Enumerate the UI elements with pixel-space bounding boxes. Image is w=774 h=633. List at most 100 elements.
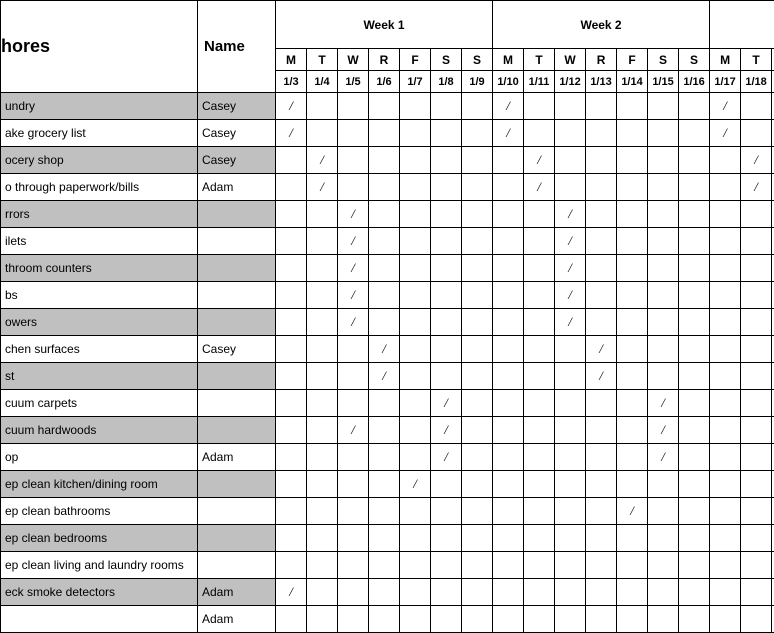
assignee-name: Casey: [198, 147, 276, 174]
mark-cell: [307, 390, 338, 417]
mark-cell: [462, 336, 493, 363]
mark-cell: [493, 444, 524, 471]
mark-cell: [524, 282, 555, 309]
table-row: owers///: [1, 309, 774, 336]
mark-cell: [462, 363, 493, 390]
mark-cell: [493, 498, 524, 525]
mark-cell: [307, 552, 338, 579]
mark-cell: /: [493, 93, 524, 120]
mark-cell: [462, 525, 493, 552]
mark-cell: [555, 93, 586, 120]
chore-name: ep clean bathrooms: [1, 498, 198, 525]
mark-cell: [555, 147, 586, 174]
assignee-name: Casey: [198, 336, 276, 363]
mark-cell: [555, 390, 586, 417]
mark-cell: [493, 606, 524, 633]
date-label: 1/8: [431, 71, 462, 93]
mark-cell: [679, 498, 710, 525]
mark-cell: [741, 417, 772, 444]
chore-name: ilets: [1, 228, 198, 255]
mark-cell: [679, 552, 710, 579]
assignee-name: [198, 471, 276, 498]
mark-cell: [648, 552, 679, 579]
mark-cell: [338, 363, 369, 390]
mark-cell: [338, 525, 369, 552]
assignee-name: [198, 282, 276, 309]
mark-cell: [648, 363, 679, 390]
mark-cell: [307, 93, 338, 120]
mark-cell: [710, 336, 741, 363]
chore-name: throom counters: [1, 255, 198, 282]
mark-cell: [586, 444, 617, 471]
mark-cell: [617, 390, 648, 417]
day-letter: R: [586, 49, 617, 71]
table-row: ep clean bathrooms/: [1, 498, 774, 525]
mark-cell: [648, 471, 679, 498]
mark-cell: [710, 525, 741, 552]
table-row: cuum carpets//: [1, 390, 774, 417]
mark-cell: [741, 120, 772, 147]
mark-cell: [307, 579, 338, 606]
mark-cell: /: [741, 147, 772, 174]
assignee-name: [198, 228, 276, 255]
mark-cell: [369, 552, 400, 579]
mark-cell: [679, 120, 710, 147]
mark-cell: [369, 174, 400, 201]
mark-cell: [431, 336, 462, 363]
mark-cell: [648, 120, 679, 147]
mark-cell: [338, 498, 369, 525]
mark-cell: /: [555, 309, 586, 336]
mark-cell: [710, 606, 741, 633]
mark-cell: /: [555, 228, 586, 255]
mark-cell: [710, 363, 741, 390]
chores-table: hores Name Week 1 Week 2 MTWRFSSMTWRFSSM…: [0, 0, 774, 633]
chore-name: ocery shop: [1, 147, 198, 174]
mark-cell: [431, 498, 462, 525]
mark-cell: [493, 552, 524, 579]
mark-cell: [524, 309, 555, 336]
mark-cell: [586, 120, 617, 147]
mark-cell: [400, 525, 431, 552]
mark-cell: [648, 336, 679, 363]
mark-cell: [276, 417, 307, 444]
mark-cell: [276, 147, 307, 174]
mark-cell: [617, 444, 648, 471]
mark-cell: [400, 363, 431, 390]
date-label: 1/11: [524, 71, 555, 93]
mark-cell: [586, 174, 617, 201]
mark-cell: [307, 417, 338, 444]
mark-cell: [338, 444, 369, 471]
mark-cell: [524, 255, 555, 282]
mark-cell: [462, 255, 493, 282]
mark-cell: [276, 525, 307, 552]
mark-cell: [431, 201, 462, 228]
mark-cell: [555, 498, 586, 525]
day-letter: W: [338, 49, 369, 71]
mark-cell: [462, 309, 493, 336]
day-letter: M: [493, 49, 524, 71]
mark-cell: [338, 336, 369, 363]
mark-cell: [648, 606, 679, 633]
mark-cell: [679, 174, 710, 201]
mark-cell: [307, 282, 338, 309]
day-letter: S: [431, 49, 462, 71]
chore-name: cuum hardwoods: [1, 417, 198, 444]
mark-cell: [555, 525, 586, 552]
mark-cell: [710, 417, 741, 444]
mark-cell: [741, 363, 772, 390]
mark-cell: /: [555, 282, 586, 309]
mark-cell: /: [648, 417, 679, 444]
day-letter: S: [462, 49, 493, 71]
date-label: 1/4: [307, 71, 338, 93]
assignee-name: [198, 309, 276, 336]
mark-cell: [710, 201, 741, 228]
mark-cell: [307, 606, 338, 633]
mark-cell: [307, 255, 338, 282]
mark-cell: [276, 282, 307, 309]
date-label: 1/16: [679, 71, 710, 93]
assignee-name: Casey: [198, 120, 276, 147]
assignee-name: [198, 417, 276, 444]
assignee-name: [198, 363, 276, 390]
mark-cell: [369, 498, 400, 525]
mark-cell: [338, 390, 369, 417]
